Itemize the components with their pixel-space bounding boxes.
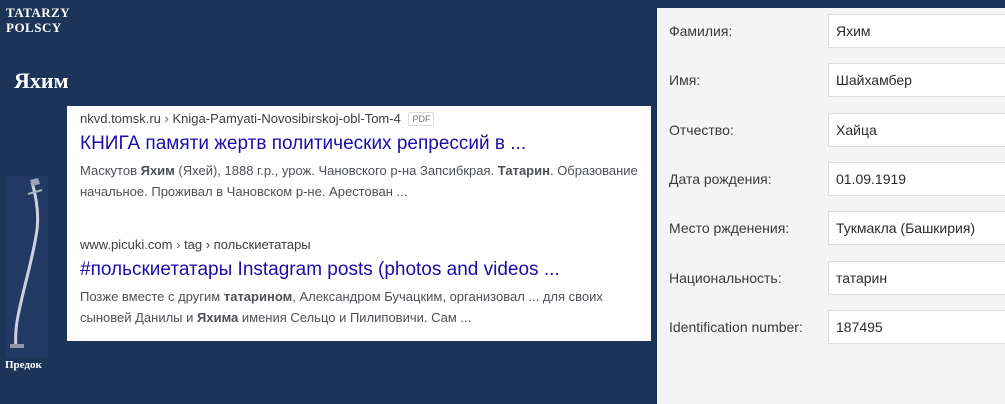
patronymic-field[interactable]: Хайца [828,113,1005,147]
snippet-text: Позже вместе с другим [80,289,224,304]
ancestor-caption: Предок [5,359,42,371]
identification-number-field[interactable]: 187495 [828,310,1005,344]
field-label: Имя: [669,72,701,88]
field-label: Национальность: [669,270,782,286]
field-row-birth-date: Дата рождения: 01.09.1919 [657,162,1005,196]
field-row-birth-place: Место ржденения: Тукмакла (Башкирия) [657,211,1005,245]
search-result: nkvd.tomsk.ru › Kniga-Pamyati-Novosibirs… [80,110,648,202]
search-result: www.picuki.com › tag › польскиетатары #п… [80,236,648,328]
breadcrumb-separator: › [164,111,169,126]
breadcrumb-separator: › [176,237,181,252]
field-row-first-name: Имя: Шайхамбер [657,63,1005,97]
snippet-bold-text: Татарин [497,163,550,178]
surname-field[interactable]: Яхим [828,14,1005,48]
result-url[interactable]: nkvd.tomsk.ru › Kniga-Pamyati-Novosibirs… [80,110,648,128]
snippet-bold-text: татарином [223,289,293,304]
search-results-panel: nkvd.tomsk.ru › Kniga-Pamyati-Novosibirs… [67,106,651,341]
logo-line-1: TATARZY [6,5,71,20]
birth-date-field[interactable]: 01.09.1919 [828,162,1005,196]
first-name-field[interactable]: Шайхамбер [828,63,1005,97]
field-row-patronymic: Отчество: Хайца [657,113,1005,147]
result-path: tag › польскиетатары [184,237,311,252]
snippet-text: (Яхей), 1888 г.р., урож. Чановского р-на… [174,163,498,178]
sabre-image [6,176,48,358]
field-label: Место ржденения: [669,220,790,236]
result-path: Kniga-Pamyati-Novosibirskoj-obl-Tom-4 [172,111,401,126]
field-label: Фамилия: [669,23,733,39]
field-row-id-number: Identification number: 187495 [657,310,1005,344]
page-title: Яхим [14,68,69,93]
snippet-bold-text: Яхима [197,310,239,325]
field-label: Отчество: [669,122,734,138]
snippet-text: имения Сельцо и Пилиповичи. Сам ... [238,310,472,325]
result-snippet: Позже вместе с другим татарином, Алексан… [80,286,646,328]
field-row-nationality: Национальность: татарин [657,261,1005,295]
snippet-bold-text: Яхим [140,163,175,178]
pdf-badge: PDF [408,112,435,126]
birth-place-field[interactable]: Тукмакла (Башкирия) [828,211,1005,245]
result-title-link[interactable]: #польскиетатары Instagram posts (photos … [80,257,648,283]
result-snippet: Маскутов Яхим (Яхей), 1888 г.р., урож. Ч… [80,160,646,202]
result-domain: www.picuki.com [80,237,173,252]
result-url[interactable]: www.picuki.com › tag › польскиетатары [80,236,648,254]
nationality-field[interactable]: татарин [828,261,1005,295]
field-row-surname: Фамилия: Яхим [657,14,1005,48]
field-label: Identification number: [669,319,803,335]
result-title-link[interactable]: КНИГА памяти жертв политических репресси… [80,131,648,157]
result-domain: nkvd.tomsk.ru [80,111,161,126]
person-record-form: Фамилия: Яхим Имя: Шайхамбер Отчество: Х… [657,8,1005,404]
field-label: Дата рождения: [669,171,772,187]
site-logo[interactable]: TATARZY POLSCY [6,5,70,35]
snippet-text: Маскутов [80,163,141,178]
logo-line-2: POLSCY [6,20,62,35]
